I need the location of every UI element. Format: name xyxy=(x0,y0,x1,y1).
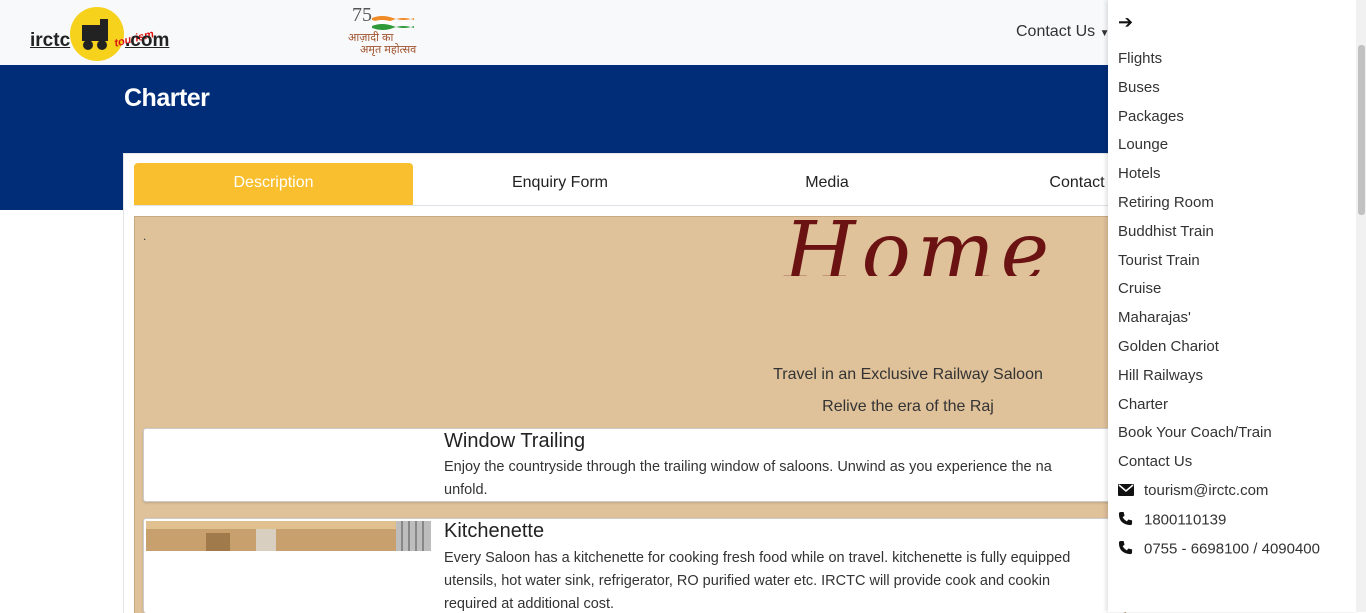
sidebar-item-buddhist-train[interactable]: Buddhist Train xyxy=(1118,223,1214,240)
sidebar-phone-tollfree-text: 1800110139 xyxy=(1144,511,1227,529)
feature-description-line: utensils, hot water sink, refrigerator, … xyxy=(444,573,1051,589)
sidebar-item-book-your-coach[interactable]: Book Your Coach/Train xyxy=(1118,424,1272,441)
feature-title: Kitchenette xyxy=(444,520,545,542)
feature-description-line: required at additional cost. xyxy=(444,596,615,612)
sidebar-item-buses[interactable]: Buses xyxy=(1118,79,1160,96)
azadi-number: 75 xyxy=(352,4,372,26)
feature-description: Every Saloon has a kitchenette for cooki… xyxy=(444,547,1120,613)
sidebar-email[interactable]: tourism@irctc.com xyxy=(1118,482,1268,500)
train-icon xyxy=(82,19,108,50)
kitchenette-photo xyxy=(146,521,431,551)
sidebar-item-lounge[interactable]: Lounge xyxy=(1118,136,1168,153)
sidebar-item-maharajas[interactable]: Maharajas' xyxy=(1118,309,1191,326)
sidebar-item-hill-railways[interactable]: Hill Railways xyxy=(1118,367,1203,384)
flag-icon xyxy=(372,16,414,30)
azadi-line2: अमृत महोत्सव xyxy=(360,44,417,56)
sidebar-item-hotels[interactable]: Hotels xyxy=(1118,165,1161,182)
contact-us-label: Contact Us xyxy=(1016,23,1096,40)
contact-us-dropdown[interactable]: Contact Us ▼ xyxy=(1016,23,1110,41)
home-word: Home xyxy=(784,218,1056,276)
arrow-right-icon[interactable]: ➔ xyxy=(1118,12,1133,33)
sidebar-phone-tollfree[interactable]: 1800110139 xyxy=(1118,511,1226,530)
page-title: Charter xyxy=(124,84,210,112)
sidebar-item-contact-us[interactable]: Contact Us xyxy=(1118,453,1192,470)
feature-description-line: Every Saloon has a kitchenette for cooki… xyxy=(444,550,1071,566)
phone-icon xyxy=(1118,540,1136,559)
sidebar-item-retiring-room[interactable]: Retiring Room xyxy=(1118,194,1214,211)
tab-description[interactable]: Description xyxy=(134,163,413,205)
azadi-ka-amrit-mahotsav-logo: 75 आज़ादी का अमृत महोत्सव xyxy=(346,4,426,60)
feature-description-line: Enjoy the countryside through the traili… xyxy=(444,459,1052,475)
sidebar-item-charter[interactable]: Charter xyxy=(1118,396,1168,413)
logo-prefix: irctc xyxy=(30,30,71,51)
feature-kitchenette: Kitchenette Every Saloon has a kitchenet… xyxy=(143,518,1126,613)
banner-dot: . xyxy=(143,229,147,243)
envelope-icon xyxy=(1118,483,1136,500)
feature-description: Enjoy the countryside through the traili… xyxy=(444,456,1120,501)
feature-title: Window Trailing xyxy=(444,430,586,452)
sidebar-item-packages[interactable]: Packages xyxy=(1118,108,1184,125)
sidebar-item-cruise[interactable]: Cruise xyxy=(1118,280,1161,297)
tab-enquiry-form[interactable]: Enquiry Form xyxy=(413,163,707,205)
phone-icon xyxy=(1118,511,1136,530)
side-menu-drawer: ➔ Flights Buses Packages Lounge Hotels R… xyxy=(1108,0,1358,612)
feature-window-trailing: Window Trailing Enjoy the countryside th… xyxy=(143,428,1126,502)
sidebar-item-tourist-train[interactable]: Tourist Train xyxy=(1118,252,1200,269)
sidebar-phone-office-text: 0755 - 6698100 / 4090400 xyxy=(1144,540,1320,558)
sidebar-item-golden-chariot[interactable]: Golden Chariot xyxy=(1118,338,1219,355)
irctc-tourism-logo[interactable]: irctc tourism .com xyxy=(28,4,178,62)
kitchenette-image xyxy=(146,521,431,551)
feature-description-line: unfold. xyxy=(444,482,488,498)
sidebar-phone-office[interactable]: 0755 - 6698100 / 4090400 xyxy=(1118,540,1320,559)
tab-bar: Description Enquiry Form Media Contact xyxy=(134,163,1124,206)
logo-suffix: .com xyxy=(125,30,170,51)
sidebar-item-flights[interactable]: Flights xyxy=(1118,50,1162,67)
sidebar-email-text: tourism@irctc.com xyxy=(1144,482,1269,499)
tab-media[interactable]: Media xyxy=(707,163,947,205)
home-word-banner: Home xyxy=(780,218,1080,276)
scrollbar-thumb[interactable] xyxy=(1358,45,1365,215)
logo-emblem: tourism xyxy=(70,7,155,61)
